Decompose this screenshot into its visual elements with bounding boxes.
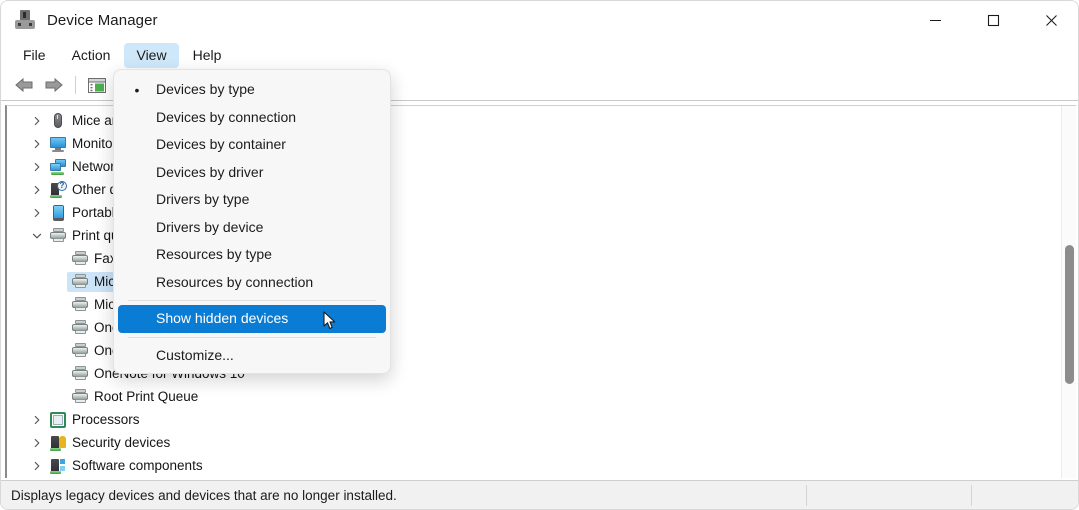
view-menu-item-label: Drivers by device <box>156 218 264 235</box>
vertical-scrollbar[interactable] <box>1061 106 1076 478</box>
printer-icon <box>71 273 89 291</box>
minimize-button[interactable] <box>906 1 964 39</box>
tree-row[interactable]: Software devices <box>7 477 1047 478</box>
printer-icon <box>49 227 67 245</box>
tree-row-label: Root Print Queue <box>94 388 199 404</box>
view-menu-item-label: Devices by driver <box>156 163 264 180</box>
status-divider-1 <box>806 485 807 506</box>
view-menu-item[interactable]: Resources by type <box>118 241 386 269</box>
menu-action[interactable]: Action <box>60 43 123 68</box>
view-menu-item-label: Devices by connection <box>156 108 297 125</box>
view-menu-item-label: Show hidden devices <box>156 310 289 327</box>
device-plug-icon <box>15 10 35 30</box>
toolbar-separator <box>75 76 76 94</box>
scrollbar-thumb[interactable] <box>1065 245 1074 384</box>
view-menu-item-label: Resources by type <box>156 246 272 263</box>
view-menu-item[interactable]: Customize... <box>118 342 386 370</box>
tree-row-label: Software components <box>72 457 203 473</box>
chevron-down-icon[interactable] <box>29 228 45 244</box>
chevron-right-icon[interactable] <box>29 159 45 175</box>
view-menu-item-label: Customize... <box>156 346 234 363</box>
tree-row[interactable]: Root Print Queue <box>7 385 1047 408</box>
chevron-right-icon[interactable] <box>29 458 45 474</box>
close-button[interactable] <box>1022 1 1078 39</box>
view-menu-item[interactable]: Devices by connection <box>118 104 386 132</box>
software-component-icon <box>49 457 67 475</box>
view-dropdown-menu[interactable]: • Devices by type Devices by connection Dev… <box>113 69 391 374</box>
back-icon[interactable] <box>9 72 39 98</box>
printer-icon <box>71 296 89 314</box>
view-menu-item[interactable]: Drivers by type <box>118 186 386 214</box>
forward-icon[interactable] <box>39 72 69 98</box>
view-menu-item[interactable]: • Devices by type <box>118 76 386 104</box>
menu-file[interactable]: File <box>11 43 58 68</box>
chevron-right-icon[interactable] <box>29 435 45 451</box>
printer-icon <box>71 388 89 406</box>
chevron-right-icon[interactable] <box>29 205 45 221</box>
view-menu-item-label: Devices by container <box>156 136 286 153</box>
view-menu-item-label: Devices by type <box>156 81 255 98</box>
printer-icon <box>71 250 89 268</box>
view-menu-item-label: Resources by connection <box>156 273 314 290</box>
window-controls <box>906 1 1078 39</box>
menu-help[interactable]: Help <box>181 43 234 68</box>
security-device-icon <box>49 434 67 452</box>
chevron-right-icon[interactable] <box>29 182 45 198</box>
menu-check-bullet: • <box>134 81 140 98</box>
mouse-cursor <box>323 311 337 331</box>
view-menu-item[interactable]: Show hidden devices <box>118 305 386 333</box>
chevron-right-icon[interactable] <box>29 412 45 428</box>
title-bar: Device Manager <box>1 1 1078 39</box>
status-bar: Displays legacy devices and devices that… <box>1 480 1078 509</box>
chevron-right-icon[interactable] <box>29 113 45 129</box>
network-adapter-icon <box>49 158 67 176</box>
status-message: Displays legacy devices and devices that… <box>11 487 397 503</box>
processor-icon <box>49 411 67 429</box>
device-manager-window: Device Manager File Action View Help Mic… <box>0 0 1079 510</box>
menu-separator <box>128 300 376 301</box>
chevron-right-icon[interactable] <box>29 136 45 152</box>
menu-bar: File Action View Help <box>1 41 1078 70</box>
tree-row-label: Processors <box>72 411 140 427</box>
view-menu-item[interactable]: Resources by connection <box>118 269 386 297</box>
view-menu-item[interactable]: Devices by driver <box>118 159 386 187</box>
portable-device-icon <box>49 204 67 222</box>
menu-separator <box>128 336 376 338</box>
view-menu-item[interactable]: Devices by container <box>118 131 386 159</box>
printer-icon <box>71 319 89 337</box>
tree-row[interactable]: Processors <box>7 408 1047 431</box>
tree-row[interactable]: Software components <box>7 454 1047 477</box>
window-title: Device Manager <box>47 11 158 29</box>
properties-icon[interactable] <box>82 72 112 98</box>
other-device-icon: ? <box>49 180 67 199</box>
maximize-button[interactable] <box>964 1 1022 39</box>
menu-view[interactable]: View <box>124 43 179 68</box>
monitor-icon <box>49 135 67 153</box>
tree-row-label: Security devices <box>72 434 171 450</box>
printer-icon <box>71 342 89 360</box>
view-menu-item[interactable]: Drivers by device <box>118 214 386 242</box>
printer-icon <box>71 365 89 383</box>
mouse-icon <box>49 112 67 130</box>
tree-row[interactable]: Security devices <box>7 431 1047 454</box>
view-menu-item-label: Drivers by type <box>156 191 250 208</box>
status-divider-2 <box>971 485 972 506</box>
